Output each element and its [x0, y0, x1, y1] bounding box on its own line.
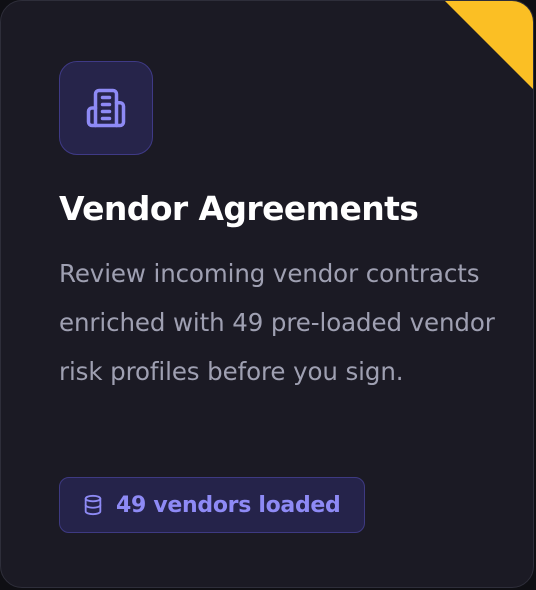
card-icon-tile	[59, 61, 153, 155]
badge-label: 49 vendors loaded	[116, 492, 341, 518]
corner-ribbon	[445, 1, 533, 89]
vendors-loaded-badge: 49 vendors loaded	[59, 477, 366, 533]
card-description: Review incoming vendor contracts enriche…	[59, 259, 495, 386]
card-title: Vendor Agreements	[59, 189, 419, 228]
building-icon	[86, 88, 126, 128]
database-icon	[84, 494, 102, 516]
vendor-agreements-card[interactable]: Vendor Agreements Review incoming vendor…	[0, 0, 534, 588]
